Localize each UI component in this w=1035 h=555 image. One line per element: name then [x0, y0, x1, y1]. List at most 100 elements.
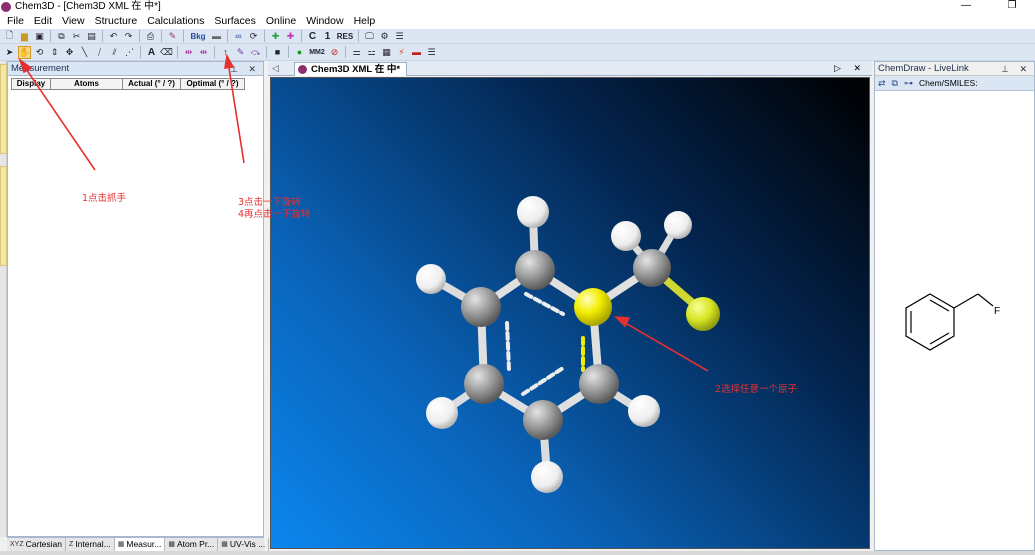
chemdraw-toolbar: ⇄ ⧉ ⊶ Chem/SMILES: — [875, 76, 1034, 91]
y-axis-rotate-icon[interactable]: ↑ — [219, 46, 232, 59]
rotate-right-icon[interactable]: ⇹ — [197, 46, 210, 59]
rotate-left-icon[interactable]: ⇹ — [182, 46, 195, 59]
menu-edit[interactable]: Edit — [29, 13, 57, 29]
text-tool-button[interactable]: A — [145, 46, 158, 59]
open-folder-icon[interactable]: ▆ — [18, 30, 31, 43]
document-tab[interactable]: Chem3D XML 在 中* — [294, 62, 408, 76]
print-icon[interactable]: ⎙ — [144, 30, 157, 43]
background-button[interactable]: Bkg — [188, 30, 208, 43]
copy-structure-icon[interactable]: ⧉ — [892, 78, 898, 89]
3d-model-viewport[interactable] — [270, 77, 870, 549]
molecule-3d-render — [416, 196, 720, 493]
tab-measurement[interactable]: ▦ Measur... — [114, 538, 166, 551]
copy-icon[interactable]: ⧉ — [55, 30, 68, 43]
hydrogen-atom — [628, 395, 660, 427]
add-hydrogen-icon[interactable]: ✚ — [269, 30, 282, 43]
annotation-step-4: 4再点击一下旋转 — [238, 209, 311, 220]
smiles-arrow-icon[interactable]: ⊶ — [904, 78, 913, 89]
restore-button[interactable]: ❐ — [989, 0, 1035, 13]
tab-scroll-left-icon[interactable]: ◁ — [272, 61, 279, 75]
menu-calculations[interactable]: Calculations — [142, 13, 209, 29]
chemdraw-structure: F — [905, 293, 1000, 351]
left-dock-tab-2[interactable] — [0, 166, 7, 266]
menu-online[interactable]: Online — [261, 13, 301, 29]
residue-button[interactable]: RES — [336, 30, 354, 43]
dashed-bond-icon[interactable]: ⋰ — [123, 46, 136, 59]
panel-pin-close[interactable]: ⊥ ✕ — [230, 62, 260, 76]
document-tab-controls[interactable]: ▷ ✕ — [834, 61, 866, 75]
select-arrow-icon[interactable]: ➤ — [3, 46, 16, 59]
tab-atom-property[interactable]: ▦ Atom Pr... — [165, 538, 219, 551]
paste-icon[interactable]: ▤ — [85, 30, 98, 43]
tab-internal[interactable]: Z Internal... — [66, 538, 115, 551]
sync-icon[interactable]: ⇄ — [878, 78, 886, 89]
aromatic-dash-2 — [524, 292, 565, 316]
measurement-table-header: Display Atoms Actual (° / ?) Optimal (° … — [11, 78, 263, 90]
triple-bond-icon[interactable]: ⫽ — [108, 46, 121, 59]
green-dot-icon[interactable]: ● — [293, 46, 306, 59]
minimize-button[interactable]: — — [943, 0, 989, 13]
red-line-icon[interactable]: ▬ — [410, 46, 423, 59]
mm2-button[interactable]: MM2 — [308, 46, 326, 59]
double-bond-icon[interactable]: ⧸ — [93, 46, 106, 59]
carbon-atom — [461, 287, 501, 327]
rotate-view-icon[interactable]: ⟳ — [247, 30, 260, 43]
document-tab-strip: ◁ Chem3D XML 在 中* ▷ ✕ — [268, 61, 872, 76]
col-display[interactable]: Display — [11, 78, 51, 90]
bond-rotate-icon[interactable]: ⤼ — [249, 46, 262, 59]
orbital-icon[interactable]: ⚌ — [350, 46, 363, 59]
list-icon[interactable]: ☰ — [393, 30, 406, 43]
lines-icon[interactable]: ☰ — [425, 46, 438, 59]
left-dock-tab-1[interactable] — [0, 64, 7, 154]
menu-view[interactable]: View — [57, 13, 90, 29]
no-entry-icon[interactable]: ⊘ — [328, 46, 341, 59]
surface-icon[interactable]: ⚍ — [365, 46, 378, 59]
settings-icon[interactable]: ⚙ — [378, 30, 391, 43]
color-tool-icon[interactable]: ✎ — [166, 30, 179, 43]
menu-file[interactable]: File — [2, 13, 29, 29]
tab-cartesian[interactable]: XYZ Cartesian — [7, 538, 67, 551]
serial-number-button[interactable]: 1 — [321, 30, 334, 43]
stop-icon[interactable]: ■ — [271, 46, 284, 59]
carbon-atom — [464, 364, 504, 404]
chem3d-app-icon — [1, 1, 11, 12]
chemdraw-pin-close[interactable]: ⊥ ✕ — [1001, 62, 1031, 76]
tab-uv-vis[interactable]: ▦ UV-Vis ... — [218, 538, 270, 551]
menu-surfaces[interactable]: Surfaces — [209, 13, 260, 29]
undo-icon[interactable]: ↶ — [107, 30, 120, 43]
atom-color-icon[interactable]: ✎ — [234, 46, 247, 59]
display-mode-icon[interactable]: ▬ — [210, 30, 223, 43]
annotation-step-3: 3点击一下旋转 — [238, 197, 302, 208]
inner-bond-2 — [929, 332, 950, 345]
menu-window[interactable]: Window — [301, 13, 348, 29]
zoom-tool-icon[interactable]: ⇕ — [48, 46, 61, 59]
chemdraw-livelink-panel: ChemDraw - LiveLink ⊥ ✕ ⇄ ⧉ ⊶ Chem/SMILE… — [874, 61, 1035, 551]
new-file-icon[interactable]: 🗋 — [3, 30, 16, 43]
hand-grab-icon[interactable]: ✋ — [18, 45, 31, 59]
stereo-view-icon[interactable]: ∞ — [232, 30, 245, 43]
measurement-panel-header: Measurement ⊥ ✕ — [8, 62, 263, 76]
eraser-icon[interactable]: ⌫ — [160, 46, 173, 59]
left-dock-strip — [0, 61, 7, 537]
carbon-label-button[interactable]: C — [306, 30, 319, 43]
chemdraw-panel-header: ChemDraw - LiveLink ⊥ ✕ — [875, 62, 1034, 76]
translate-tool-icon[interactable]: ✥ — [63, 46, 76, 59]
redo-icon[interactable]: ↷ — [122, 30, 135, 43]
aromatic-dash-3 — [521, 366, 565, 396]
single-bond-icon[interactable]: ╲ — [78, 46, 91, 59]
grid-icon[interactable]: ▦ — [380, 46, 393, 59]
col-optimal[interactable]: Optimal (° / ?) — [181, 78, 245, 90]
col-atoms[interactable]: Atoms — [51, 78, 123, 90]
cut-icon[interactable]: ✂ — [70, 30, 83, 43]
hydrogen-atom — [531, 461, 563, 493]
selected-atom — [574, 288, 612, 326]
menu-structure[interactable]: Structure — [90, 13, 143, 29]
rotate-tool-icon[interactable]: ⟲ — [33, 46, 46, 59]
col-actual[interactable]: Actual (° / ?) — [123, 78, 181, 90]
save-icon[interactable]: ▣ — [33, 30, 46, 43]
menu-help[interactable]: Help — [349, 13, 381, 29]
annotation-step-1: 1点击抓手 — [82, 193, 127, 204]
monitor-icon[interactable]: 🖵 — [363, 30, 376, 43]
energy-icon[interactable]: ⚡ — [395, 46, 408, 59]
remove-hydrogen-icon[interactable]: ✚ — [284, 30, 297, 43]
